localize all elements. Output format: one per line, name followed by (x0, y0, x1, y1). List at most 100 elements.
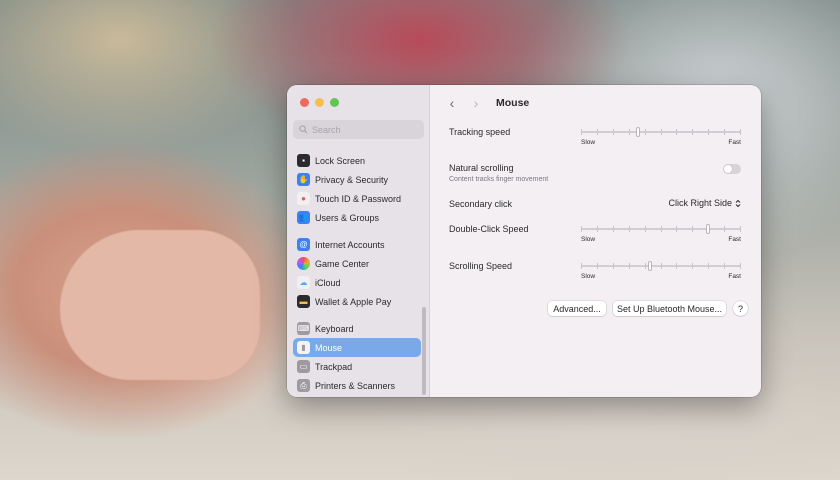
sidebar-item-users-groups[interactable]: 👥 Users & Groups (293, 208, 421, 227)
toolbar: ‹ › Mouse (444, 95, 530, 111)
sidebar-item-internet-accounts[interactable]: @ Internet Accounts (293, 235, 421, 254)
slider-tick (629, 263, 630, 269)
minimize-button[interactable] (315, 98, 324, 107)
slider-tick (597, 263, 598, 269)
close-button[interactable] (300, 98, 309, 107)
sidebar-scrollbar[interactable] (422, 307, 426, 395)
game-center-icon (297, 257, 310, 270)
search-icon (299, 125, 308, 134)
slider-max-label: Fast (728, 236, 741, 243)
slider-tick (708, 129, 709, 135)
advanced-button[interactable]: Advanced... (548, 301, 606, 316)
back-button[interactable]: ‹ (444, 95, 460, 111)
help-button[interactable]: ? (733, 301, 748, 316)
slider-tick (692, 129, 693, 135)
secondary-click-popup[interactable]: Click Right Side (668, 198, 741, 208)
natural-scrolling-description: Content tracks finger movement (449, 176, 549, 183)
slider-tick (740, 263, 741, 269)
sidebar-item-icloud[interactable]: ☁ iCloud (293, 273, 421, 292)
slider-tick (629, 129, 630, 135)
sidebar-item-lock-screen[interactable]: ▪ Lock Screen (293, 151, 421, 170)
at-icon: @ (297, 238, 310, 251)
slider-tick (645, 129, 646, 135)
traffic-lights (300, 98, 339, 107)
slider-tick (581, 129, 582, 135)
background-photo-mouse (60, 230, 260, 380)
scrolling-speed-label: Scrolling Speed (449, 261, 513, 271)
natural-scrolling-toggle[interactable] (723, 164, 741, 174)
hand-icon: ✋ (297, 173, 310, 186)
sidebar-item-game-center[interactable]: Game Center (293, 254, 421, 273)
slider-tick (597, 129, 598, 135)
slider-thumb[interactable] (706, 224, 710, 234)
sidebar-item-label: Wallet & Apple Pay (315, 296, 392, 307)
sidebar-item-printers[interactable]: ⎙ Printers & Scanners (293, 376, 421, 395)
slider-tick (724, 226, 725, 232)
slider-tick (613, 129, 614, 135)
double-click-speed-slider[interactable]: Slow Fast (581, 224, 741, 246)
secondary-click-value: Click Right Side (668, 198, 732, 208)
users-icon: 👥 (297, 211, 310, 224)
slider-tick (581, 263, 582, 269)
sidebar-item-touch-id[interactable]: ● Touch ID & Password (293, 189, 421, 208)
slider-tick (676, 129, 677, 135)
slider-tick (676, 226, 677, 232)
zoom-button[interactable] (330, 98, 339, 107)
sidebar-item-label: Game Center (315, 258, 370, 269)
sidebar-item-privacy-security[interactable]: ✋ Privacy & Security (293, 170, 421, 189)
slider-tick (708, 263, 709, 269)
slider-tick (581, 226, 582, 232)
secondary-click-label: Secondary click (449, 199, 513, 209)
sidebar-item-mouse[interactable]: ▮ Mouse (293, 338, 421, 357)
sidebar: Search ▪ Lock Screen ✋ Privacy & Securit… (287, 85, 430, 397)
natural-scrolling-label: Natural scrolling (449, 163, 514, 173)
tracking-speed-label: Tracking speed (449, 127, 511, 137)
slider-min-label: Slow (581, 236, 596, 243)
printer-icon: ⎙ (297, 379, 310, 392)
slider-tick (645, 226, 646, 232)
search-input[interactable]: Search (293, 120, 424, 139)
slider-max-label: Fast (728, 139, 741, 146)
double-click-speed-label: Double-Click Speed (449, 224, 529, 234)
slider-tick (692, 263, 693, 269)
sidebar-item-keyboard[interactable]: ⌨ Keyboard (293, 319, 421, 338)
sidebar-item-label: Lock Screen (315, 155, 366, 166)
slider-tick (724, 129, 725, 135)
mouse-icon: ▮ (297, 341, 310, 354)
slider-thumb[interactable] (636, 127, 640, 137)
forward-button[interactable]: › (468, 95, 484, 111)
sidebar-item-label: Trackpad (315, 361, 353, 372)
chevron-up-down-icon (735, 199, 741, 207)
slider-tick (740, 226, 741, 232)
sidebar-item-label: Mouse (315, 342, 343, 353)
slider-tick (661, 263, 662, 269)
sidebar-item-label: iCloud (315, 277, 341, 288)
tracking-speed-slider[interactable]: Slow Fast (581, 127, 741, 149)
sidebar-item-label: Users & Groups (315, 212, 380, 223)
setup-bluetooth-mouse-button[interactable]: Set Up Bluetooth Mouse... (613, 301, 726, 316)
sidebar-item-label: Privacy & Security (315, 174, 389, 185)
slider-tick (661, 226, 662, 232)
keyboard-icon: ⌨ (297, 322, 310, 335)
sidebar-item-label: Touch ID & Password (315, 193, 402, 204)
slider-tick (724, 263, 725, 269)
cloud-icon: ☁ (297, 276, 310, 289)
slider-thumb[interactable] (648, 261, 652, 271)
wallet-icon: ▬ (297, 295, 310, 308)
scrolling-speed-slider[interactable]: Slow Fast (581, 261, 741, 283)
slider-max-label: Fast (728, 273, 741, 280)
sidebar-item-trackpad[interactable]: ▭ Trackpad (293, 357, 421, 376)
fingerprint-icon: ● (297, 192, 310, 205)
system-settings-window: Search ▪ Lock Screen ✋ Privacy & Securit… (287, 85, 761, 397)
lock-icon: ▪ (297, 154, 310, 167)
slider-tick (597, 226, 598, 232)
slider-tick (740, 129, 741, 135)
sidebar-list: ▪ Lock Screen ✋ Privacy & Security ● Tou… (293, 151, 421, 395)
slider-tick (645, 263, 646, 269)
sidebar-item-label: Keyboard (315, 323, 354, 334)
search-placeholder: Search (312, 124, 341, 135)
slider-tick (692, 226, 693, 232)
sidebar-item-label: Printers & Scanners (315, 380, 396, 391)
slider-tick (676, 263, 677, 269)
sidebar-item-wallet[interactable]: ▬ Wallet & Apple Pay (293, 292, 421, 311)
